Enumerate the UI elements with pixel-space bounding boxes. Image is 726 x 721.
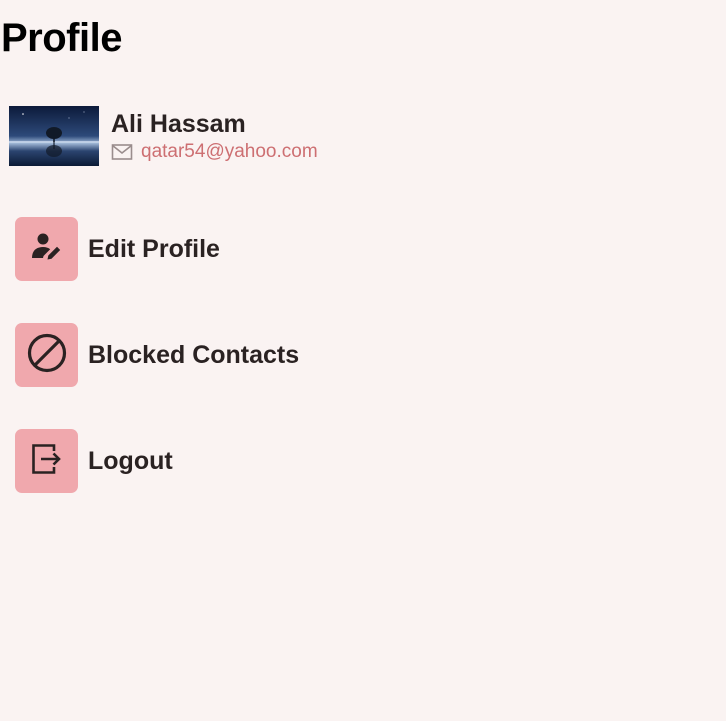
edit-profile-label: Edit Profile — [88, 234, 220, 263]
logout-button[interactable]: Logout — [15, 429, 299, 493]
logout-label: Logout — [88, 446, 173, 475]
user-edit-icon — [30, 232, 64, 267]
blocked-contacts-button[interactable]: Blocked Contacts — [15, 323, 299, 387]
blocked-contacts-icon-box — [15, 323, 78, 387]
logout-icon — [30, 442, 64, 481]
profile-name: Ali Hassam — [111, 110, 246, 138]
profile-menu: Edit Profile Blocked Contacts Logout — [15, 217, 299, 535]
profile-info: Ali Hassam qatar54@yahoo.com — [111, 106, 318, 163]
edit-profile-icon-box — [15, 217, 78, 281]
profile-card: Ali Hassam qatar54@yahoo.com — [9, 106, 318, 166]
edit-profile-button[interactable]: Edit Profile — [15, 217, 299, 281]
blocked-contacts-label: Blocked Contacts — [88, 340, 300, 369]
logout-icon-box — [15, 429, 78, 493]
mail-icon — [111, 143, 133, 161]
avatar — [9, 106, 99, 166]
email-text[interactable]: qatar54@yahoo.com — [141, 141, 318, 163]
page-title: Profile — [1, 16, 122, 60]
email-row: qatar54@yahoo.com — [111, 141, 318, 163]
block-icon — [26, 332, 68, 379]
